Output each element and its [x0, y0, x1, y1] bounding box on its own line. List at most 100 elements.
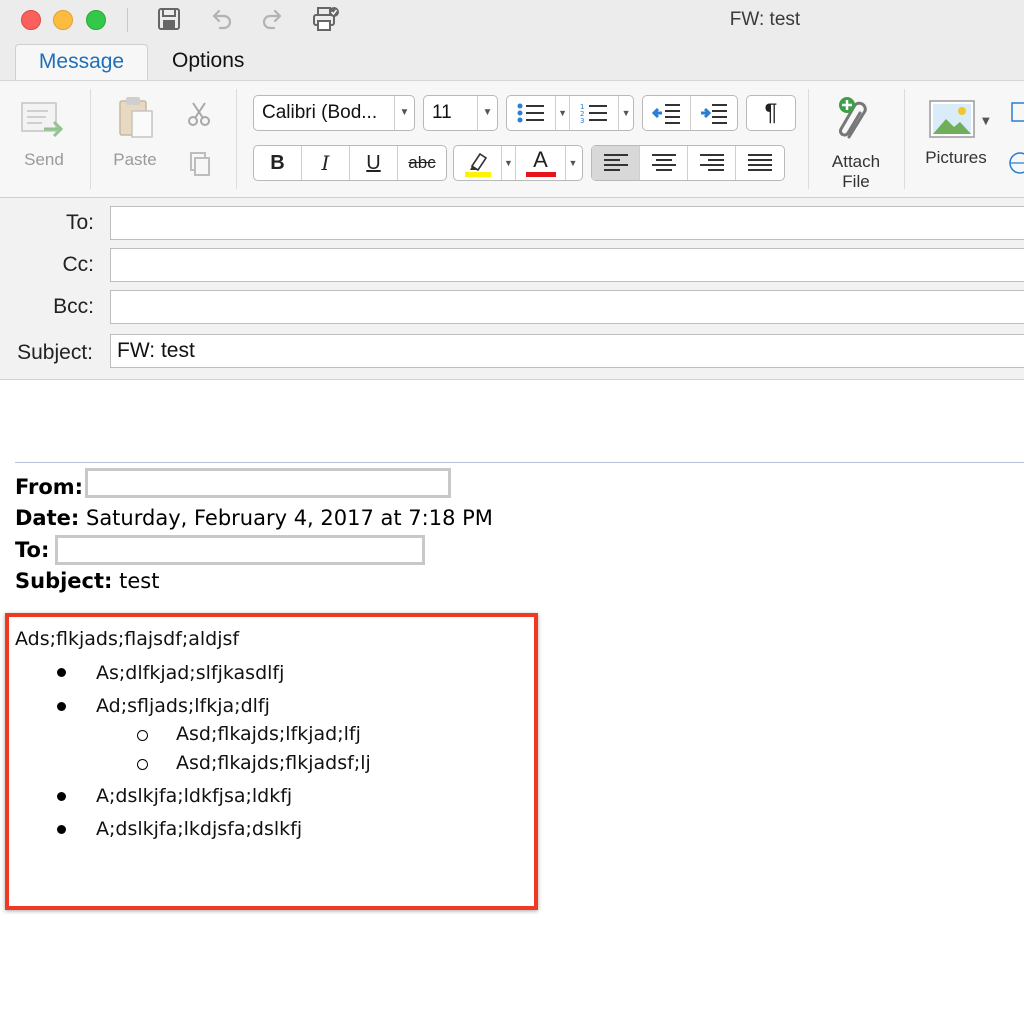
decrease-indent-icon — [651, 104, 680, 124]
justify-icon — [748, 154, 772, 171]
alignment-buttons — [591, 145, 785, 181]
ribbon-tab-strip: Message Options — [0, 42, 1024, 80]
font-color-swatch — [525, 172, 556, 177]
bullet-disc — [57, 825, 66, 834]
ribbon-divider — [904, 89, 905, 189]
justify-button[interactable] — [736, 146, 784, 180]
align-right-button[interactable] — [688, 146, 736, 180]
italic-icon: I — [321, 151, 330, 175]
cc-field[interactable] — [110, 248, 1024, 282]
underline-icon: U — [366, 151, 381, 174]
align-center-icon — [651, 154, 676, 171]
paperclip-icon — [839, 97, 867, 139]
bullets-dropdown[interactable]: ▼ — [556, 96, 571, 130]
forwarded-from-label: From: — [15, 475, 84, 499]
color-buttons: ▼ A ▼ — [453, 145, 583, 181]
send-button[interactable]: Send — [14, 95, 74, 170]
subject-label: Subject: — [17, 341, 93, 364]
bullet-disc — [57, 792, 66, 801]
increase-indent-icon — [701, 104, 727, 124]
numbered-list-icon: 1 2 3 — [580, 103, 608, 125]
forwarded-subject-value: test — [119, 569, 160, 593]
list-buttons: ▼ 1 2 3 ▼ — [506, 95, 634, 131]
to-field[interactable] — [110, 206, 1024, 240]
paste-icon — [119, 97, 153, 138]
font-size-value: 11 — [432, 102, 452, 123]
show-formatting-group: ¶ — [746, 95, 796, 131]
bullet-circle — [137, 759, 148, 770]
forwarded-from-line: From: — [15, 475, 83, 499]
bullet-circle — [137, 730, 148, 741]
font-size-select[interactable]: 11 ▼ — [423, 95, 498, 131]
strikethrough-icon: abc — [408, 153, 436, 172]
paste-button[interactable]: Paste — [104, 93, 166, 170]
copy-icon[interactable] — [184, 149, 214, 179]
zoom-window-button[interactable] — [86, 10, 106, 30]
bold-button[interactable]: B — [254, 146, 302, 180]
align-right-icon — [699, 154, 724, 171]
to-label: To: — [65, 211, 94, 234]
subject-field[interactable]: FW: test — [110, 334, 1024, 368]
highlight-button[interactable] — [454, 146, 502, 180]
tab-options[interactable]: Options — [152, 44, 264, 80]
show-formatting-button[interactable]: ¶ — [747, 96, 795, 130]
undo-icon[interactable] — [206, 4, 236, 34]
ribbon-toolbar: Send Paste Calibri (Bod... ▼ 11 ▼ ▼ 1 2 … — [0, 80, 1024, 198]
send-icon — [21, 102, 64, 138]
bcc-label: Bcc: — [53, 295, 94, 318]
forwarded-to-label: To: — [15, 538, 50, 562]
minimize-window-button[interactable] — [53, 10, 73, 30]
decrease-indent-button[interactable] — [643, 96, 691, 130]
send-label: Send — [24, 150, 64, 169]
align-center-button[interactable] — [640, 146, 688, 180]
list-item: Asd;flkajds;flkjadsf;lj — [176, 752, 371, 774]
bullet-disc — [57, 668, 66, 677]
text-style-buttons: B I U abc — [253, 145, 447, 181]
titlebar-divider — [127, 8, 128, 32]
redo-icon[interactable] — [258, 4, 288, 34]
cut-icon[interactable] — [184, 99, 214, 129]
redacted-from-address — [85, 468, 451, 498]
svg-text:▼: ▼ — [982, 116, 990, 127]
font-name-select[interactable]: Calibri (Bod... ▼ — [253, 95, 415, 131]
message-header-fields: To: Cc: Bcc: Subject: FW: test — [0, 198, 1024, 380]
italic-button[interactable]: I — [302, 146, 350, 180]
highlight-dropdown[interactable]: ▼ — [502, 146, 516, 180]
title-bar: FW: test — [0, 0, 1024, 42]
tab-message[interactable]: Message — [15, 44, 148, 80]
svg-text:3: 3 — [580, 117, 584, 125]
link-globe-icon[interactable] — [1006, 149, 1024, 179]
list-item: A;dslkjfa;ldkfjsa;ldkfj — [96, 785, 293, 807]
bullet-disc — [57, 702, 66, 711]
forwarded-date-line: Date: Saturday, February 4, 2017 at 7:18… — [15, 506, 493, 530]
cc-label: Cc: — [62, 253, 95, 276]
bullet-list-icon — [517, 103, 545, 123]
pictures-label: Pictures — [925, 148, 987, 167]
bullets-button[interactable] — [507, 96, 557, 130]
redacted-to-address — [55, 535, 425, 565]
numbering-button[interactable]: 1 2 3 — [570, 96, 620, 130]
save-icon[interactable] — [154, 4, 184, 34]
ribbon-divider — [236, 89, 237, 189]
font-color-icon: A — [533, 147, 548, 172]
paragraph-icon: ¶ — [764, 99, 778, 126]
align-left-button[interactable] — [592, 146, 640, 180]
attach-file-button[interactable]: Attach File — [822, 93, 890, 192]
font-color-dropdown[interactable]: ▼ — [566, 146, 580, 180]
forward-separator — [15, 462, 1024, 463]
increase-indent-button[interactable] — [691, 96, 737, 130]
pictures-button[interactable]: ▼ Pictures — [916, 97, 996, 168]
underline-button[interactable]: U — [350, 146, 398, 180]
print-icon[interactable] — [310, 4, 340, 34]
bcc-field[interactable] — [110, 290, 1024, 324]
list-item: Ad;sfljads;lfkja;dlfj — [96, 695, 270, 717]
picture-icon: ▼ — [929, 100, 990, 138]
forwarded-subject-line: Subject: test — [15, 569, 159, 593]
window-title: FW: test — [729, 9, 801, 30]
shapes-icon[interactable] — [1008, 99, 1024, 129]
numbering-dropdown[interactable]: ▼ — [619, 96, 633, 130]
strikethrough-button[interactable]: abc — [398, 146, 446, 180]
close-window-button[interactable] — [21, 10, 41, 30]
font-color-button[interactable]: A — [516, 146, 566, 180]
list-item: Asd;flkajds;lfkjad;lfj — [176, 723, 361, 745]
